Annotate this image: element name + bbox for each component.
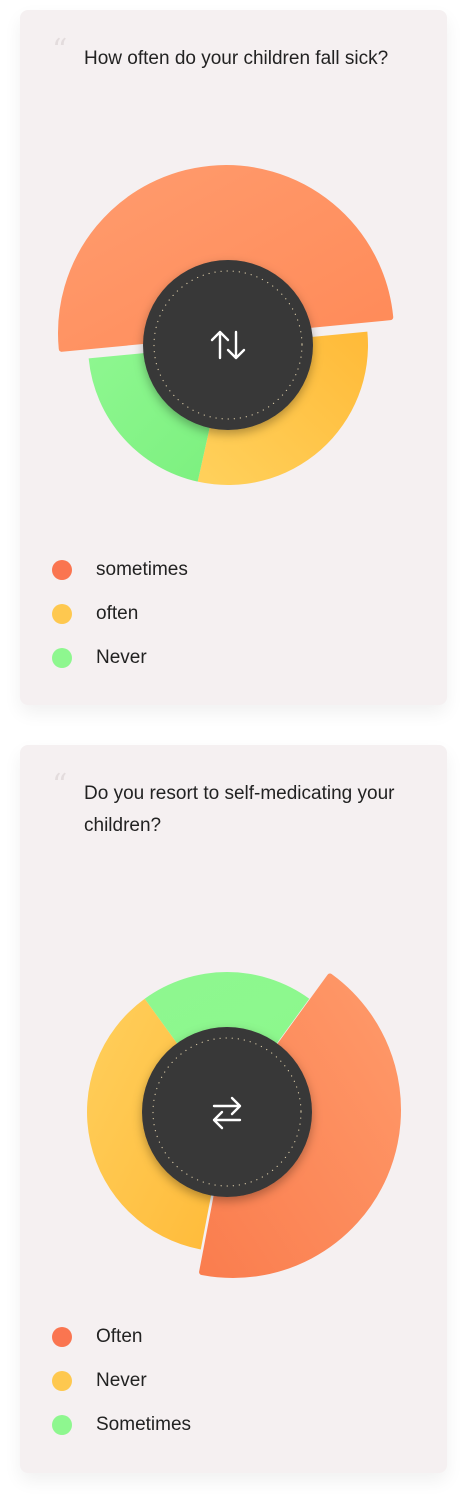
legend-item-sometimes[interactable]: Sometimes xyxy=(52,1403,191,1447)
legend-label: Never xyxy=(96,647,147,668)
legend-item-never[interactable]: Never xyxy=(52,1359,191,1403)
legend-item-never[interactable]: Never xyxy=(52,636,188,680)
legend-dot xyxy=(52,1327,72,1347)
legend-label: Often xyxy=(96,1326,143,1347)
legend-label: Never xyxy=(96,1370,147,1391)
chart-legend: Often Never Sometimes xyxy=(52,1315,191,1447)
poll-card-sick-frequency: “ How often do your children fall sick? xyxy=(20,10,447,705)
poll-card-self-medication: “ Do you resort to self-medicating your … xyxy=(20,745,447,1473)
legend-item-often[interactable]: Often xyxy=(52,1315,191,1359)
donut-chart xyxy=(58,165,394,485)
legend-dot xyxy=(52,1371,72,1391)
chart-center-hub[interactable] xyxy=(142,1027,312,1197)
donut-chart xyxy=(87,972,401,1278)
legend-dot xyxy=(52,604,72,624)
legend-label: often xyxy=(96,603,139,624)
legend-item-often[interactable]: often xyxy=(52,592,188,636)
legend-dot xyxy=(52,648,72,668)
legend-dot xyxy=(52,1415,72,1435)
legend-dot xyxy=(52,560,72,580)
chart-legend: sometimes often Never xyxy=(52,548,188,680)
chart-center-hub[interactable] xyxy=(143,260,313,430)
legend-label: Sometimes xyxy=(96,1414,192,1435)
legend-item-sometimes[interactable]: sometimes xyxy=(52,548,188,592)
legend-label: sometimes xyxy=(96,559,188,580)
